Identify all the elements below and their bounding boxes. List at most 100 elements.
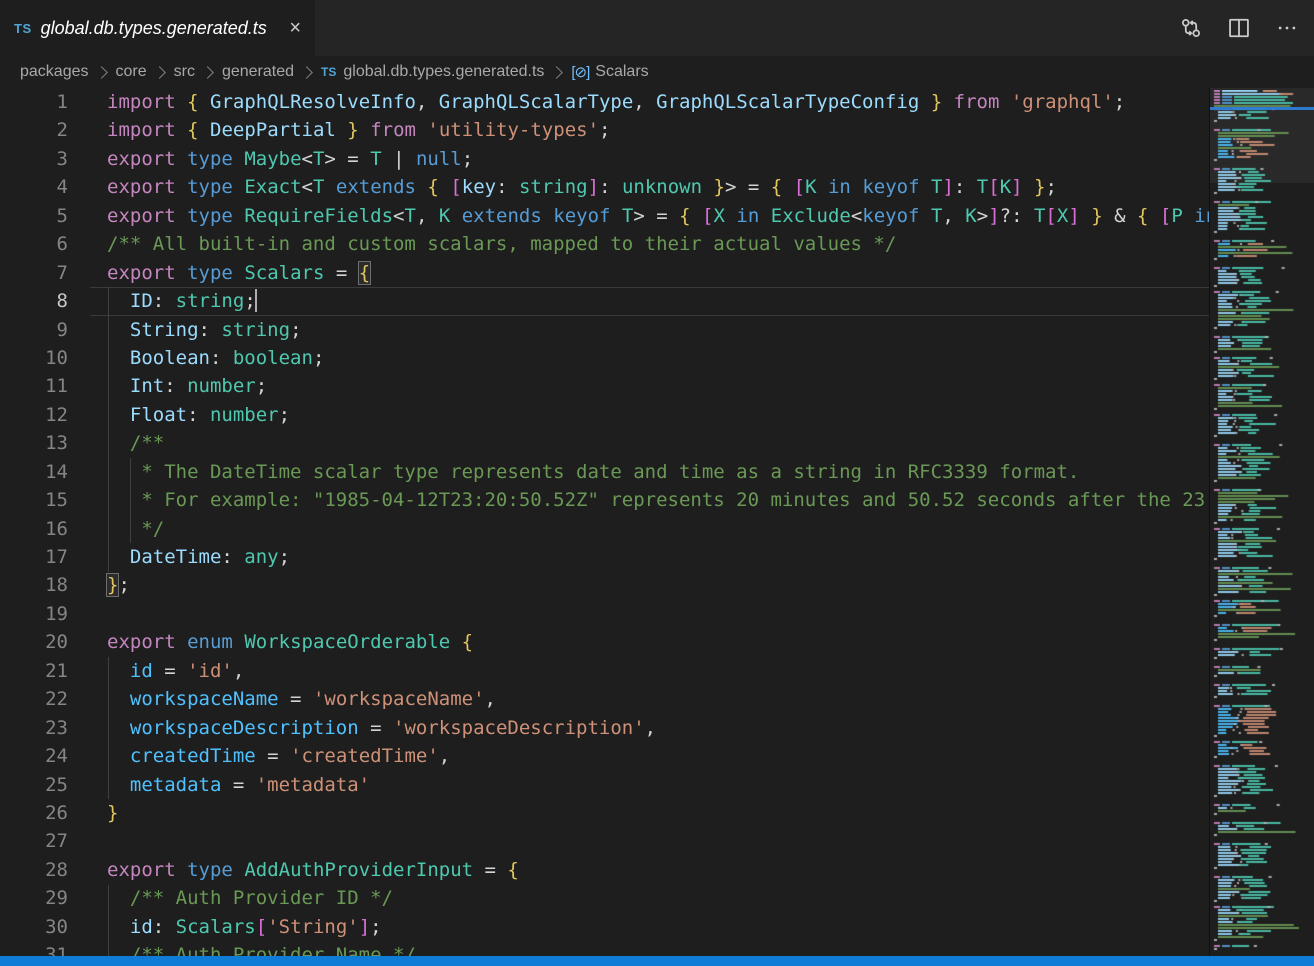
code-editor[interactable]: 1import { GraphQLResolveInfo, GraphQLSca… (0, 88, 1314, 956)
code-line[interactable]: 18}; (0, 571, 1210, 599)
line-number: 26 (0, 799, 90, 827)
chevron-right-icon (201, 66, 214, 79)
code-line-text: export type AddAuthProviderInput = { (90, 856, 1210, 884)
chevron-right-icon (300, 66, 313, 79)
code-line[interactable]: 20export enum WorkspaceOrderable { (0, 628, 1210, 656)
code-line-text: * For example: "1985-04-12T23:20:50.52Z"… (90, 486, 1210, 514)
line-number: 8 (0, 287, 90, 315)
minimap-current-line-marker (1210, 107, 1314, 110)
close-tab-icon[interactable]: × (289, 18, 301, 38)
line-number: 6 (0, 230, 90, 258)
code-line[interactable]: 11 Int: number; (0, 372, 1210, 400)
breadcrumb-src[interactable]: src (174, 63, 195, 81)
split-editor-icon[interactable] (1228, 17, 1250, 39)
code-line[interactable]: 29 /** Auth Provider ID */ (0, 884, 1210, 912)
line-number: 22 (0, 685, 90, 713)
line-number: 16 (0, 515, 90, 543)
code-line[interactable]: 7export type Scalars = { (0, 259, 1210, 287)
line-number: 2 (0, 116, 90, 144)
line-number: 13 (0, 429, 90, 457)
line-number: 18 (0, 571, 90, 599)
code-line[interactable]: 3export type Maybe<T> = T | null; (0, 145, 1210, 173)
line-number: 11 (0, 372, 90, 400)
line-number: 12 (0, 401, 90, 429)
code-line[interactable]: 27 (0, 827, 1210, 855)
line-number: 3 (0, 145, 90, 173)
code-line[interactable]: 30 id: Scalars['String']; (0, 913, 1210, 941)
code-line[interactable]: 21 id = 'id', (0, 657, 1210, 685)
code-line-text: */ (90, 515, 1210, 543)
code-line-text: export type Exact<T extends { [key: stri… (90, 173, 1210, 201)
line-number: 25 (0, 771, 90, 799)
code-line-text: export type Scalars = { (90, 259, 1210, 287)
tab-title: global.db.types.generated.ts (41, 18, 280, 39)
breadcrumb: packages core src generated TS global.db… (0, 56, 1314, 88)
code-line[interactable]: 23 workspaceDescription = 'workspaceDesc… (0, 714, 1210, 742)
code-line[interactable]: 4export type Exact<T extends { [key: str… (0, 173, 1210, 201)
code-line[interactable]: 10 Boolean: boolean; (0, 344, 1210, 372)
code-line-text: ID: string; (90, 287, 1210, 315)
editor-actions (1164, 0, 1314, 56)
code-line-text: * The DateTime scalar type represents da… (90, 458, 1210, 486)
code-line[interactable]: 14 * The DateTime scalar type represents… (0, 458, 1210, 486)
line-number: 20 (0, 628, 90, 656)
typescript-file-icon: TS (14, 21, 32, 36)
minimap-canvas (1212, 90, 1312, 954)
code-line-text: String: string; (90, 316, 1210, 344)
code-line-text: import { DeepPartial } from 'utility-typ… (90, 116, 1210, 144)
code-line-text: id: Scalars['String']; (90, 913, 1210, 941)
breadcrumb-symbol-scalars[interactable]: Scalars (595, 63, 648, 81)
open-changes-icon[interactable] (1180, 17, 1202, 39)
minimap[interactable] (1209, 88, 1314, 956)
line-number: 5 (0, 202, 90, 230)
code-line[interactable]: 13 /** (0, 429, 1210, 457)
code-line-text: }; (90, 571, 1210, 599)
code-line[interactable]: 6/** All built-in and custom scalars, ma… (0, 230, 1210, 258)
line-number: 7 (0, 259, 90, 287)
chevron-right-icon (95, 66, 108, 79)
code-line-text: Float: number; (90, 401, 1210, 429)
code-area[interactable]: 1import { GraphQLResolveInfo, GraphQLSca… (0, 88, 1210, 956)
code-line-text: workspaceDescription = 'workspaceDescrip… (90, 714, 1210, 742)
code-line[interactable]: 25 metadata = 'metadata' (0, 771, 1210, 799)
code-line-text: export enum WorkspaceOrderable { (90, 628, 1210, 656)
code-line[interactable]: 28export type AddAuthProviderInput = { (0, 856, 1210, 884)
code-line[interactable]: 17 DateTime: any; (0, 543, 1210, 571)
line-number: 21 (0, 657, 90, 685)
code-line[interactable]: 24 createdTime = 'createdTime', (0, 742, 1210, 770)
code-line[interactable]: 5export type RequireFields<T, K extends … (0, 202, 1210, 230)
code-line[interactable]: 9 String: string; (0, 316, 1210, 344)
code-line[interactable]: 19 (0, 600, 1210, 628)
code-line-text: DateTime: any; (90, 543, 1210, 571)
code-line-text: /** (90, 429, 1210, 457)
code-line[interactable]: 2import { DeepPartial } from 'utility-ty… (0, 116, 1210, 144)
code-line[interactable]: 31 /** Auth Provider Name */ (0, 941, 1210, 956)
code-line-text (90, 600, 1210, 628)
line-number: 9 (0, 316, 90, 344)
line-number: 24 (0, 742, 90, 770)
code-line-text: /** Auth Provider ID */ (90, 884, 1210, 912)
line-number: 27 (0, 827, 90, 855)
line-number: 15 (0, 486, 90, 514)
line-number: 17 (0, 543, 90, 571)
more-actions-icon[interactable] (1276, 17, 1298, 39)
code-line-text: import { GraphQLResolveInfo, GraphQLScal… (90, 88, 1210, 116)
code-line-text: Boolean: boolean; (90, 344, 1210, 372)
breadcrumb-core[interactable]: core (116, 63, 147, 81)
bottom-accent-bar (0, 956, 1314, 966)
chevron-right-icon (551, 66, 564, 79)
code-line[interactable]: 15 * For example: "1985-04-12T23:20:50.5… (0, 486, 1210, 514)
line-number: 19 (0, 600, 90, 628)
breadcrumb-generated[interactable]: generated (222, 63, 294, 81)
code-line[interactable]: 22 workspaceName = 'workspaceName', (0, 685, 1210, 713)
code-line[interactable]: 26} (0, 799, 1210, 827)
breadcrumb-packages[interactable]: packages (20, 63, 89, 81)
line-number: 23 (0, 714, 90, 742)
tab-global-db-types-generated[interactable]: TS global.db.types.generated.ts × (0, 0, 315, 56)
code-line[interactable]: 16 */ (0, 515, 1210, 543)
code-line[interactable]: 12 Float: number; (0, 401, 1210, 429)
code-line[interactable]: 1import { GraphQLResolveInfo, GraphQLSca… (0, 88, 1210, 116)
breadcrumb-filename[interactable]: global.db.types.generated.ts (343, 63, 544, 81)
code-line-text: createdTime = 'createdTime', (90, 742, 1210, 770)
code-line[interactable]: 8 ID: string; (0, 287, 1210, 315)
